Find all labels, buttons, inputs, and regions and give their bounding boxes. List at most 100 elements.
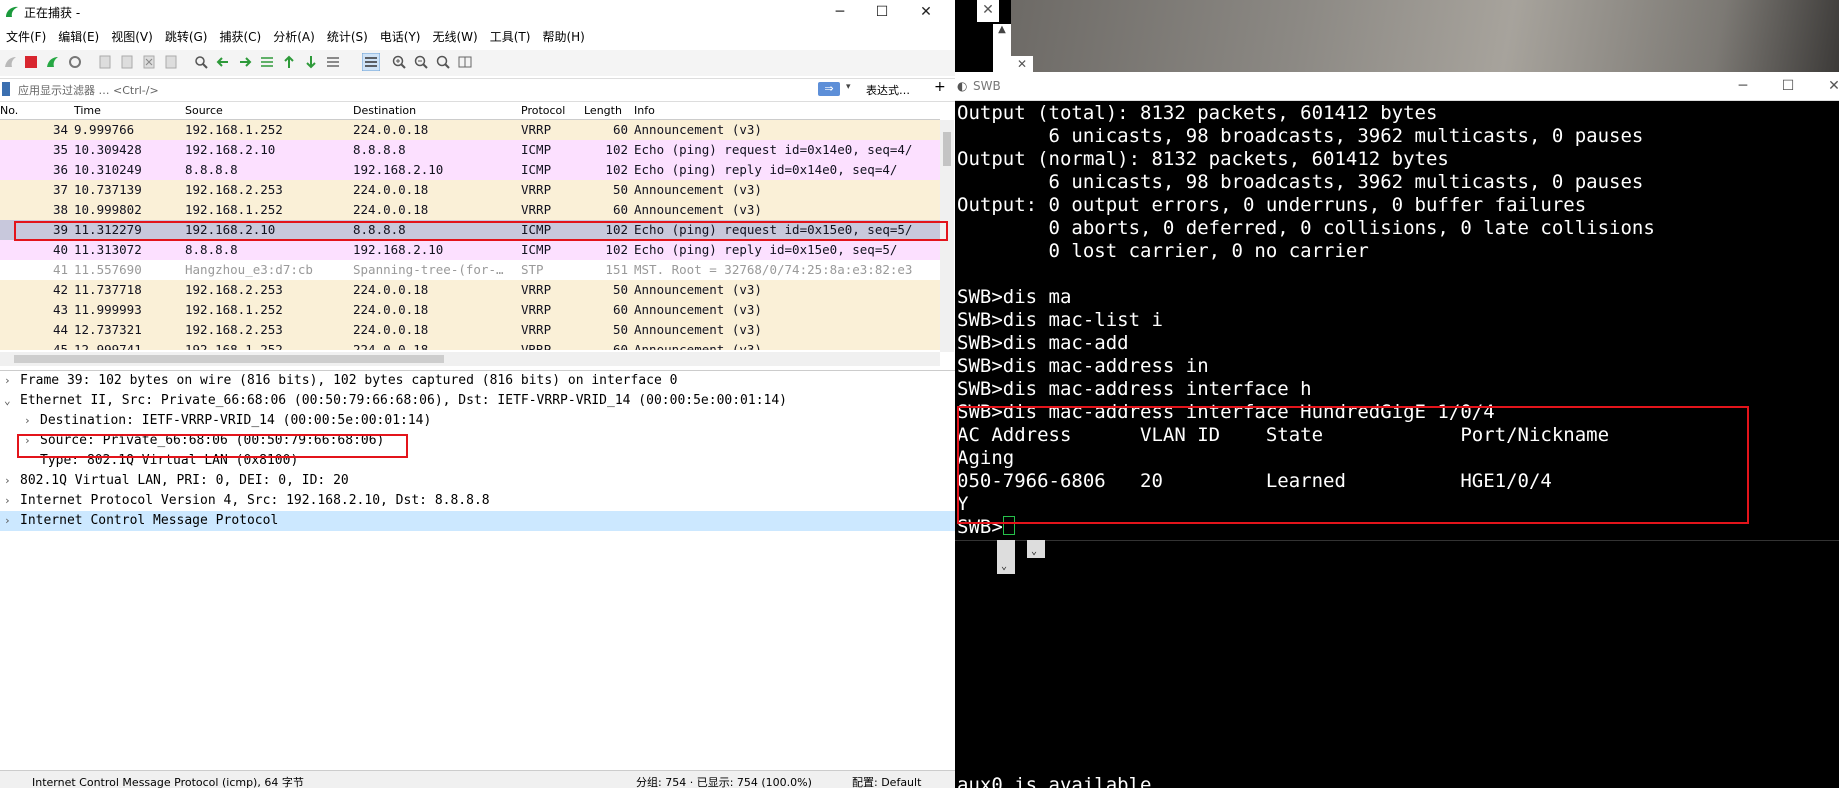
packet-row[interactable]: 38 10.999802 192.168.1.252 224.0.0.18 VRRP 60… <box>0 200 940 220</box>
restart-capture-icon[interactable] <box>46 55 60 69</box>
background-close-icon[interactable]: ✕ <box>977 0 999 22</box>
menu-statistics[interactable]: 统计(S) <box>321 26 374 48</box>
normal-size-icon[interactable] <box>436 55 450 69</box>
col-time[interactable]: Time <box>74 104 101 117</box>
terminal-dropdown-icon[interactable]: ⌄ <box>1027 540 1045 558</box>
cell-length: 60 <box>612 202 628 217</box>
detail-row[interactable]: › Frame 39: 102 bytes on wire (816 bits),… <box>0 371 955 391</box>
open-file-icon[interactable] <box>98 55 112 69</box>
capture-options-icon[interactable] <box>68 55 82 69</box>
col-length[interactable]: Length <box>584 104 622 117</box>
detail-text: Frame 39: 102 bytes on wire (816 bits), … <box>20 373 678 388</box>
cell-info: Announcement (v3) <box>634 182 762 197</box>
expand-arrow-icon[interactable]: › <box>4 371 11 391</box>
save-file-icon[interactable] <box>120 55 134 69</box>
detail-row[interactable]: › Destination: IETF-VRRP-VRID_14 (00:00:5… <box>0 411 955 431</box>
apply-filter-button[interactable]: ⇒ <box>818 82 840 96</box>
minimize-button[interactable]: ─ <box>826 2 854 22</box>
go-first-icon[interactable] <box>282 55 296 69</box>
packet-row[interactable]: 42 11.737718 192.168.2.253 224.0.0.18 VRRP 50… <box>0 280 940 300</box>
cell-no: 44 <box>52 322 68 337</box>
shark-fin-start-icon[interactable] <box>4 55 18 69</box>
col-source[interactable]: Source <box>185 104 223 117</box>
cell-length: 151 <box>605 262 628 277</box>
packet-row[interactable]: 36 10.310249 8.8.8.8 192.168.2.10 ICMP 102 Ech… <box>0 160 940 180</box>
detail-row[interactable]: › 802.1Q Virtual LAN, PRI: 0, DEI: 0, ID:… <box>0 471 955 491</box>
wireshark-titlebar[interactable]: 正在捕获 - ─ ☐ ✕ <box>0 0 955 24</box>
packet-row[interactable]: 45 12.999741 192.168.1.252 224.0.0.18 VRRP 60… <box>0 340 940 350</box>
terminal-minimize-button[interactable]: ─ <box>1728 76 1758 96</box>
background-close-icon-2[interactable]: ✕ <box>1011 56 1033 72</box>
packet-row[interactable]: 34 9.999766 192.168.1.252 224.0.0.18 VRRP 60 A… <box>0 120 940 140</box>
expression-button[interactable]: 表达式… <box>866 82 910 98</box>
detail-text: Internet Control Message Protocol <box>20 513 279 528</box>
menu-edit[interactable]: 编辑(E) <box>52 26 105 48</box>
menu-go[interactable]: 跳转(G) <box>159 26 214 48</box>
detail-row[interactable]: › Internet Protocol Version 4, Src: 192.1… <box>0 491 955 511</box>
find-packet-icon[interactable] <box>194 55 208 69</box>
colorize-list-icon[interactable] <box>362 53 380 71</box>
expand-arrow-icon[interactable]: › <box>4 491 11 511</box>
detail-row[interactable]: › Internet Control Message Protocol <box>0 511 955 531</box>
expand-arrow-icon[interactable]: › <box>4 471 11 491</box>
menu-analyze[interactable]: 分析(A) <box>267 26 321 48</box>
terminal-titlebar[interactable]: ◐ SWB ─ ☐ ✕ <box>955 72 1839 101</box>
display-filter-input[interactable]: 应用显示过滤器 … <Ctrl-/> <box>18 82 159 98</box>
menu-telephony[interactable]: 电话(Y) <box>374 26 427 48</box>
terminal-line: 0 lost carrier, 0 no carrier <box>957 240 1369 262</box>
terminal-close-button[interactable]: ✕ <box>1819 76 1839 96</box>
cell-length: 60 <box>612 302 628 317</box>
cell-length: 102 <box>605 242 628 257</box>
go-forward-icon[interactable] <box>238 55 252 69</box>
packet-row[interactable]: 44 12.737321 192.168.2.253 224.0.0.18 VRRP 50… <box>0 320 940 340</box>
col-info[interactable]: Info <box>634 104 655 117</box>
reload-file-icon[interactable] <box>164 55 178 69</box>
background-scrollbar[interactable]: ▲ <box>993 24 1011 72</box>
terminal-line: 0 aborts, 0 deferred, 0 collisions, 0 la… <box>957 217 1655 239</box>
menu-help[interactable]: 帮助(H) <box>536 26 590 48</box>
col-protocol[interactable]: Protocol <box>521 104 565 117</box>
zoom-out-icon[interactable] <box>414 55 428 69</box>
status-profile[interactable]: 配置: Default <box>852 774 921 788</box>
terminal-scroll-handle[interactable]: ⌄ <box>997 540 1015 574</box>
auto-scroll-icon[interactable] <box>326 55 340 69</box>
go-last-icon[interactable] <box>304 55 318 69</box>
resize-columns-icon[interactable] <box>458 55 472 69</box>
window-title: 正在捕获 - <box>24 6 81 20</box>
packet-row[interactable]: 37 10.737139 192.168.2.253 224.0.0.18 VRRP 50… <box>0 180 940 200</box>
menu-tools[interactable]: 工具(T) <box>484 26 537 48</box>
stop-capture-icon[interactable] <box>24 55 38 69</box>
cell-destination: 224.0.0.18 <box>353 302 429 317</box>
cell-no: 43 <box>52 302 68 317</box>
packet-row[interactable]: 41 11.557690 Hangzhou_e3:d7:cb Spanning-tre… <box>0 260 940 280</box>
cell-info: Echo (ping) reply id=0x15e0, seq=5/ <box>634 242 898 257</box>
go-to-packet-icon[interactable] <box>260 55 274 69</box>
add-filter-button[interactable]: + <box>934 79 946 95</box>
filter-history-dropdown[interactable]: ▾ <box>846 82 851 92</box>
packet-row[interactable]: 35 10.309428 192.168.2.10 8.8.8.8 ICMP 102 Ech… <box>0 140 940 160</box>
bookmark-icon[interactable] <box>2 82 10 96</box>
menu-view[interactable]: 视图(V) <box>105 26 159 48</box>
detail-row[interactable]: ⌄ Ethernet II, Src: Private_66:68:06 (00:… <box>0 391 955 411</box>
expand-arrow-icon[interactable]: › <box>4 511 11 531</box>
go-back-icon[interactable] <box>216 55 230 69</box>
expand-arrow-icon[interactable]: ⌄ <box>4 391 11 411</box>
maximize-button[interactable]: ☐ <box>868 2 896 22</box>
col-no[interactable]: No. <box>0 104 18 117</box>
menu-file[interactable]: 文件(F) <box>0 26 52 48</box>
cell-destination: 224.0.0.18 <box>353 282 429 297</box>
cell-source: 192.168.1.252 <box>185 342 283 350</box>
close-file-icon[interactable] <box>142 55 156 69</box>
col-destination[interactable]: Destination <box>353 104 416 117</box>
close-button[interactable]: ✕ <box>912 2 940 22</box>
packet-list-hscrollbar[interactable] <box>0 352 940 366</box>
packet-row[interactable]: 40 11.313072 8.8.8.8 192.168.2.10 ICMP 102 Ech… <box>0 240 940 260</box>
status-bar: Internet Control Message Protocol (icmp)… <box>0 770 955 788</box>
packet-row[interactable]: 43 11.999993 192.168.1.252 224.0.0.18 VRRP 60… <box>0 300 940 320</box>
cell-time: 10.999802 <box>74 202 142 217</box>
expand-arrow-icon[interactable]: › <box>24 411 31 431</box>
terminal-maximize-button[interactable]: ☐ <box>1773 76 1803 96</box>
menu-capture[interactable]: 捕获(C) <box>213 26 267 48</box>
menu-wireless[interactable]: 无线(W) <box>427 26 484 48</box>
zoom-in-icon[interactable] <box>392 55 406 69</box>
